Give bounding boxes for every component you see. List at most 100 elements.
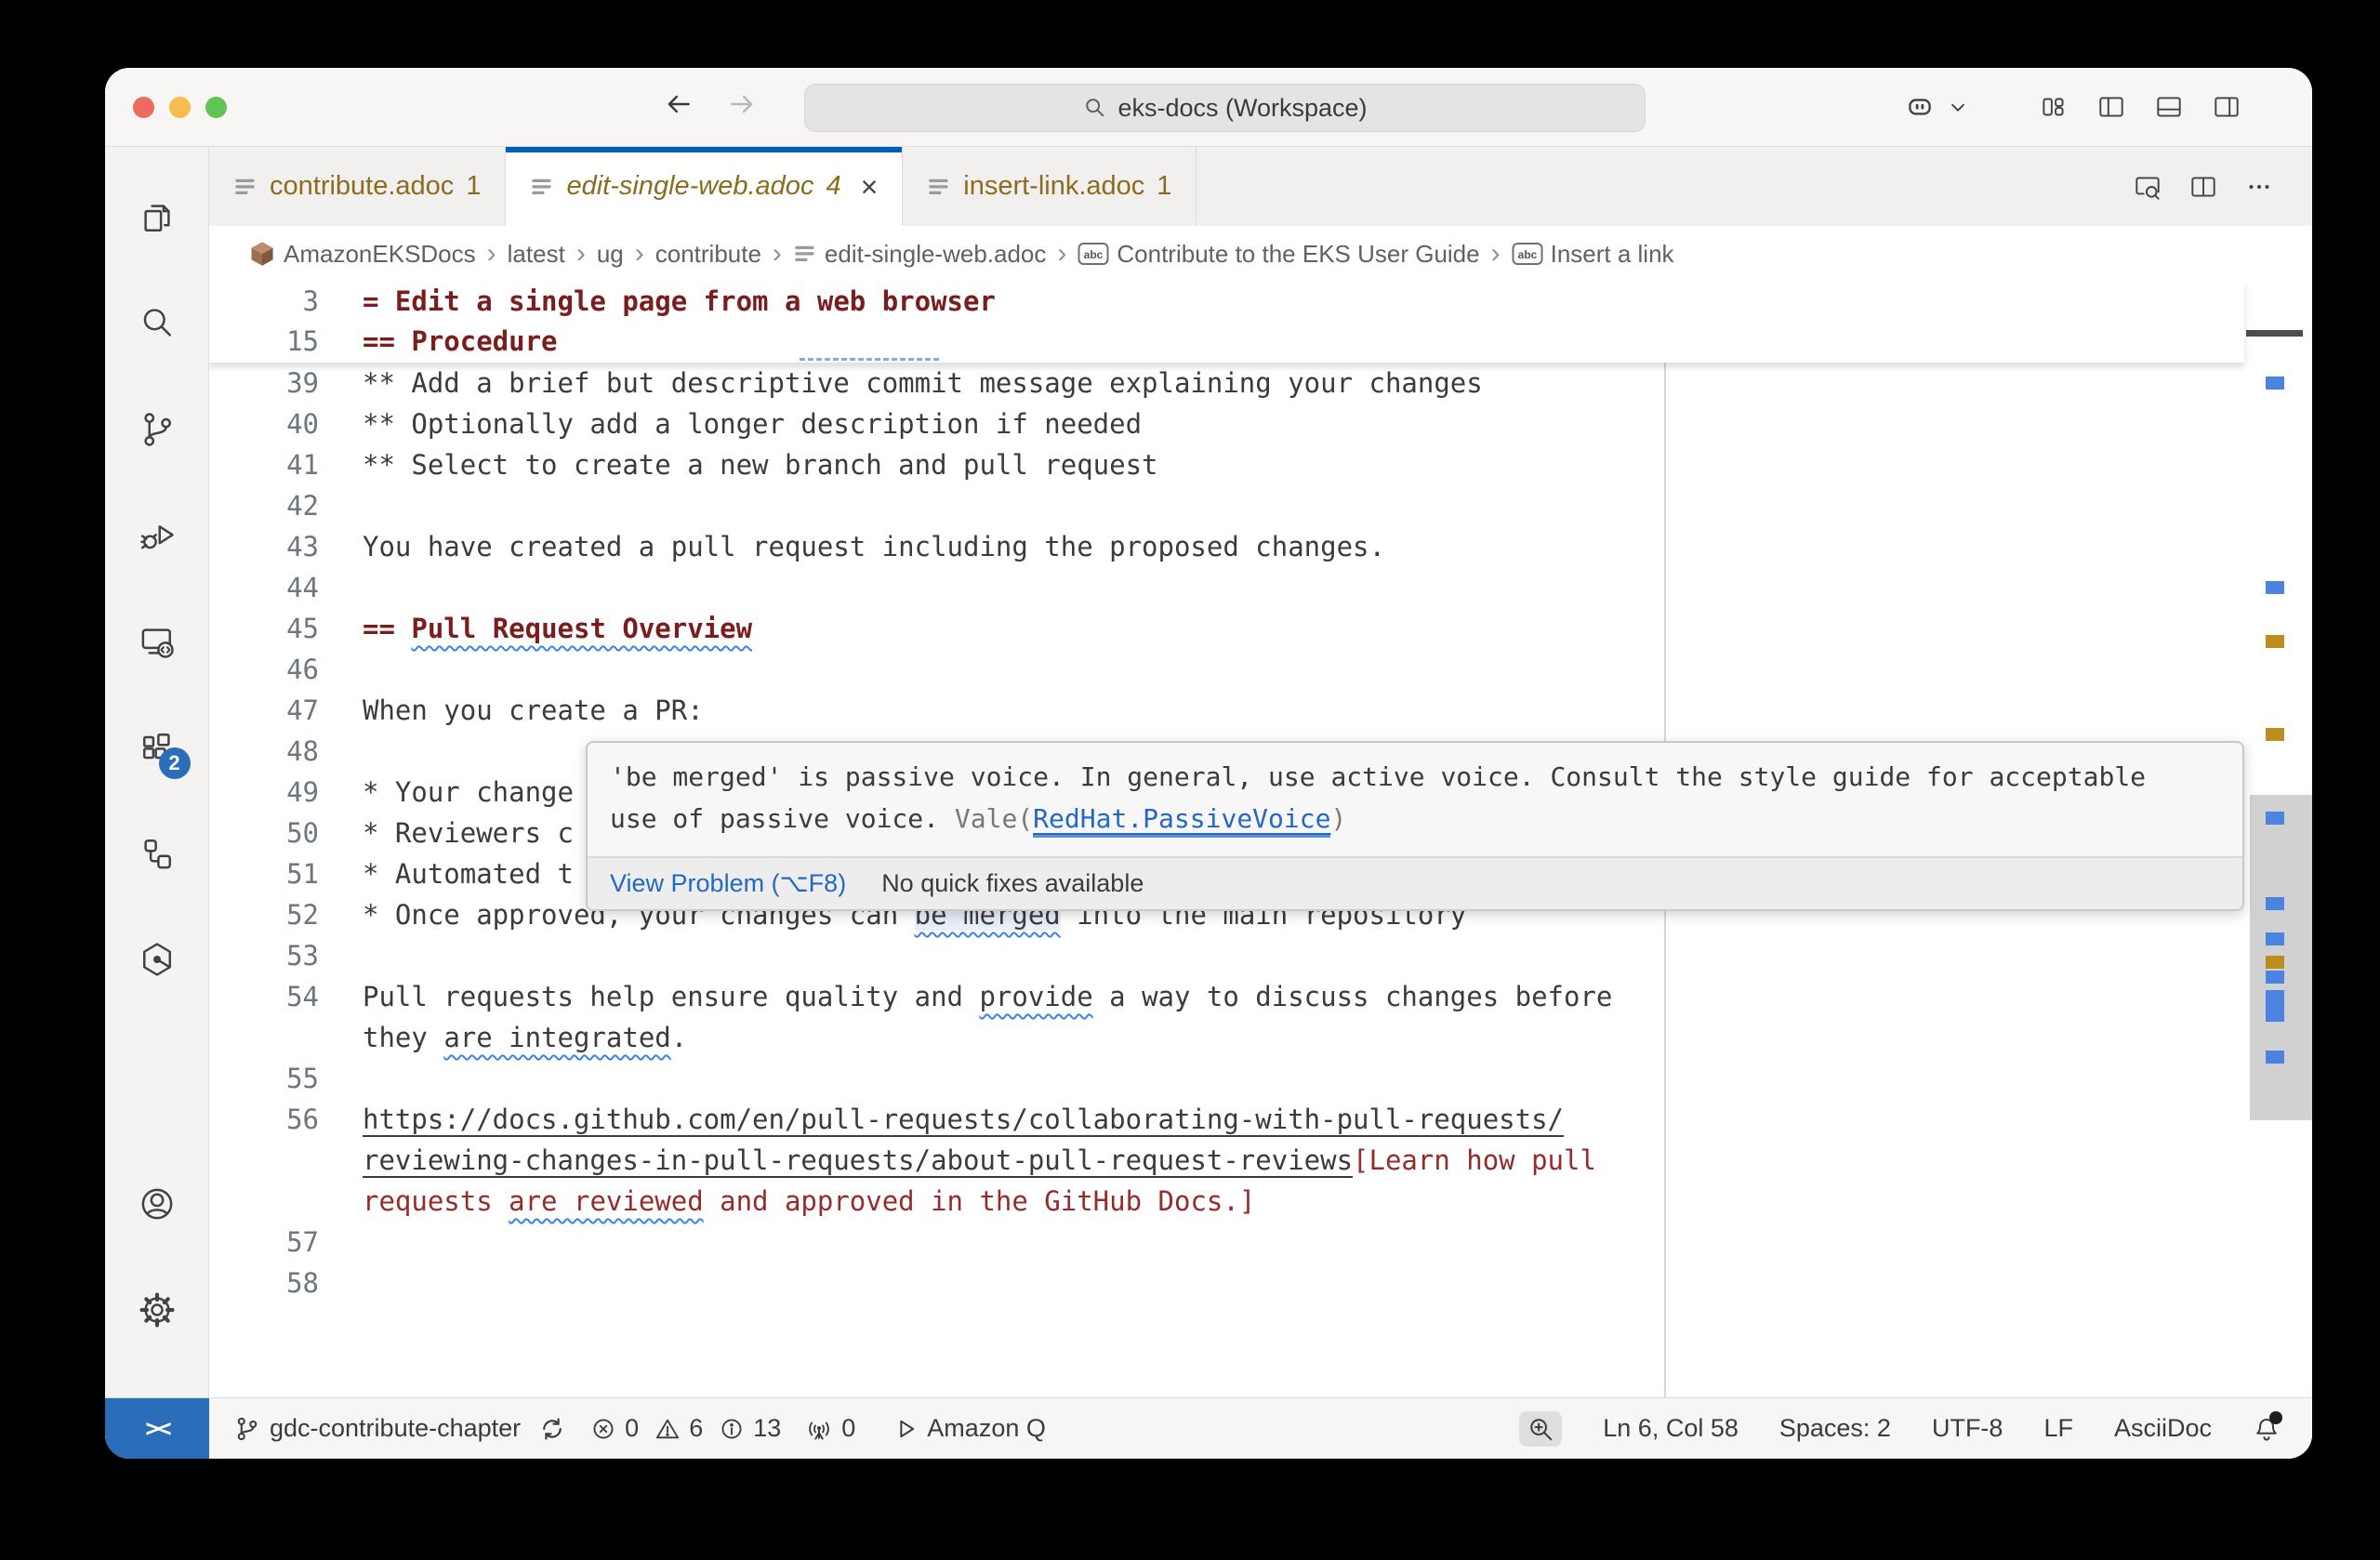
code-line-3[interactable]: 3= Edit a single page from a web browser — [209, 282, 2244, 322]
amazon-q-status-item[interactable]: Amazon Q — [892, 1414, 1046, 1443]
hidden-squiggle-decoration — [800, 358, 939, 361]
branch-status-item[interactable]: gdc-contribute-chapter — [233, 1414, 566, 1443]
warning-marker — [2266, 635, 2284, 648]
minimize-window-button[interactable] — [169, 97, 191, 118]
split-editor-button[interactable] — [2188, 171, 2219, 203]
breadcrumb-item[interactable]: abcContribute to the EKS User Guide — [1078, 240, 1479, 269]
tab-bar: contribute.adoc 1 edit-single-web.adoc 4… — [209, 147, 2312, 226]
code-line-15[interactable]: 15== Procedure — [209, 322, 2244, 362]
encoding-item[interactable]: UTF-8 — [1932, 1414, 2003, 1443]
activity-bar-item-search[interactable] — [127, 279, 187, 368]
view-problem-link[interactable]: View Problem (⌥F8) — [610, 869, 846, 898]
notifications-bell[interactable] — [2253, 1415, 2281, 1443]
breadcrumb-item[interactable]: contribute — [655, 240, 761, 269]
open-preview-button[interactable] — [2132, 171, 2163, 203]
code-line-54[interactable]: 54Pull requests help ensure quality and … — [209, 976, 2244, 1017]
activity-bar-item-explorer[interactable] — [127, 173, 187, 262]
forward-button[interactable] — [726, 88, 765, 127]
toggle-panel-button[interactable] — [2149, 86, 2189, 127]
zoom-indicator[interactable] — [1519, 1411, 1562, 1447]
command-center-search[interactable]: eks-docs (Workspace) — [804, 84, 1646, 132]
code-line-43[interactable]: 43You have created a pull request includ… — [209, 526, 2244, 567]
toggle-primary-sidebar-button[interactable] — [2091, 86, 2132, 127]
activity-bar-item-references[interactable] — [127, 809, 187, 898]
code-line-44[interactable]: 44 — [209, 567, 2244, 608]
code-line-wrap-16[interactable]: they are integrated. — [209, 1017, 2244, 1058]
breadcrumb: AmazonEKSDocs›latest›ug›contribute›edit-… — [209, 226, 2312, 282]
vale-rule-link[interactable]: RedHat.PassiveVoice — [1033, 803, 1330, 838]
code-line-41[interactable]: 41** Select to create a new branch and p… — [209, 444, 2244, 485]
tab-edit-single-web.adoc[interactable]: edit-single-web.adoc 4× — [506, 147, 903, 226]
code-line-57[interactable]: 57 — [209, 1222, 2244, 1263]
adoc-file-icon — [927, 175, 951, 199]
activity-bar-item-run-debug[interactable] — [127, 491, 187, 580]
ports-status-item[interactable]: 0 — [805, 1414, 855, 1443]
line-number: 48 — [209, 731, 319, 772]
close-icon[interactable]: × — [861, 172, 879, 202]
copilot-icon[interactable] — [1899, 86, 1940, 127]
activity-bar: 2 — [105, 147, 209, 1397]
code-line-42[interactable]: 42 — [209, 485, 2244, 526]
back-button[interactable] — [663, 88, 702, 127]
code-line-58[interactable]: 58 — [209, 1263, 2244, 1303]
activity-bar-item-amazon-q[interactable] — [127, 915, 187, 1004]
language-mode-item[interactable]: AsciiDoc — [2114, 1414, 2212, 1443]
overview-ruler-scrollbar[interactable] — [2244, 282, 2312, 1397]
status-bar: >< gdc-contribute-chapter 0 6 13 0 Amazo… — [105, 1397, 2312, 1459]
svg-text:abc: abc — [1517, 248, 1537, 261]
package-icon — [248, 240, 276, 268]
tab-contribute.adoc[interactable]: contribute.adoc 1 — [209, 147, 506, 226]
ports-antenna-icon — [805, 1415, 833, 1443]
line-number: 54 — [209, 976, 319, 1017]
breadcrumb-item[interactable]: AmazonEKSDocs — [248, 240, 476, 269]
breadcrumb-item[interactable]: ug — [597, 240, 624, 269]
activity-bar-item-accounts[interactable] — [127, 1159, 187, 1249]
code-line-46[interactable]: 46 — [209, 649, 2244, 690]
line-number — [209, 1181, 319, 1222]
line-number: 40 — [209, 403, 319, 444]
chevron-down-icon[interactable] — [1948, 97, 1968, 117]
line-number: 57 — [209, 1222, 319, 1263]
editor-group: contribute.adoc 1 edit-single-web.adoc 4… — [209, 147, 2312, 1397]
breadcrumb-item[interactable]: latest — [508, 240, 565, 269]
more-actions-button[interactable] — [2243, 171, 2275, 203]
chevron-right-icon: › — [573, 238, 589, 270]
remote-explorer-icon — [137, 621, 178, 662]
eol-item[interactable]: LF — [2043, 1414, 2073, 1443]
code-line-47[interactable]: 47When you create a PR: — [209, 690, 2244, 731]
activity-bar-item-extensions[interactable]: 2 — [127, 703, 187, 792]
code-line-56[interactable]: 56https://docs.github.com/en/pull-reques… — [209, 1099, 2244, 1140]
code-line-55[interactable]: 55 — [209, 1058, 2244, 1099]
cursor-position-item[interactable]: Ln 6, Col 58 — [1603, 1414, 1739, 1443]
abc-symbol-icon: abc — [1512, 242, 1543, 266]
maximize-window-button[interactable] — [205, 97, 227, 118]
toggle-secondary-sidebar-button[interactable] — [2206, 86, 2247, 127]
code-line-40[interactable]: 40** Optionally add a longer description… — [209, 403, 2244, 444]
customize-layout-button[interactable] — [2033, 86, 2074, 127]
editor-pane[interactable]: 39** Add a brief but descriptive commit … — [209, 282, 2312, 1397]
activity-bar-item-source-control[interactable] — [127, 385, 187, 474]
code-line-wrap-20[interactable]: requests are reviewed and approved in th… — [209, 1181, 2244, 1222]
line-number: 50 — [209, 813, 319, 853]
line-number: 39 — [209, 363, 319, 403]
problem-hover-tooltip: 'be merged' is passive voice. In general… — [586, 741, 2244, 911]
breadcrumb-item[interactable]: edit-single-web.adoc — [793, 240, 1046, 269]
info-marker — [2266, 990, 2284, 1022]
problems-status-item[interactable]: 0 6 13 — [590, 1414, 781, 1443]
code-line-wrap-19[interactable]: reviewing-changes-in-pull-requests/about… — [209, 1140, 2244, 1181]
activity-bar-item-settings[interactable] — [127, 1265, 187, 1355]
code-line-45[interactable]: 45== Pull Request Overview — [209, 608, 2244, 649]
remote-indicator[interactable]: >< — [105, 1398, 209, 1459]
code-line-39[interactable]: 39** Add a brief but descriptive commit … — [209, 363, 2244, 403]
play-icon — [892, 1416, 919, 1442]
code-line-53[interactable]: 53 — [209, 935, 2244, 976]
activity-bar-item-remote-explorer[interactable] — [127, 597, 187, 686]
indentation-item[interactable]: Spaces: 2 — [1779, 1414, 1891, 1443]
tab-problem-count: 1 — [1157, 171, 1171, 202]
breadcrumb-item[interactable]: abcInsert a link — [1512, 240, 1674, 269]
close-window-button[interactable] — [133, 97, 154, 118]
sticky-scroll[interactable]: 3= Edit a single page from a web browser… — [209, 282, 2244, 363]
sync-icon[interactable] — [538, 1415, 566, 1443]
abc-symbol-icon: abc — [1078, 242, 1109, 266]
tab-insert-link.adoc[interactable]: insert-link.adoc 1 — [903, 147, 1197, 226]
